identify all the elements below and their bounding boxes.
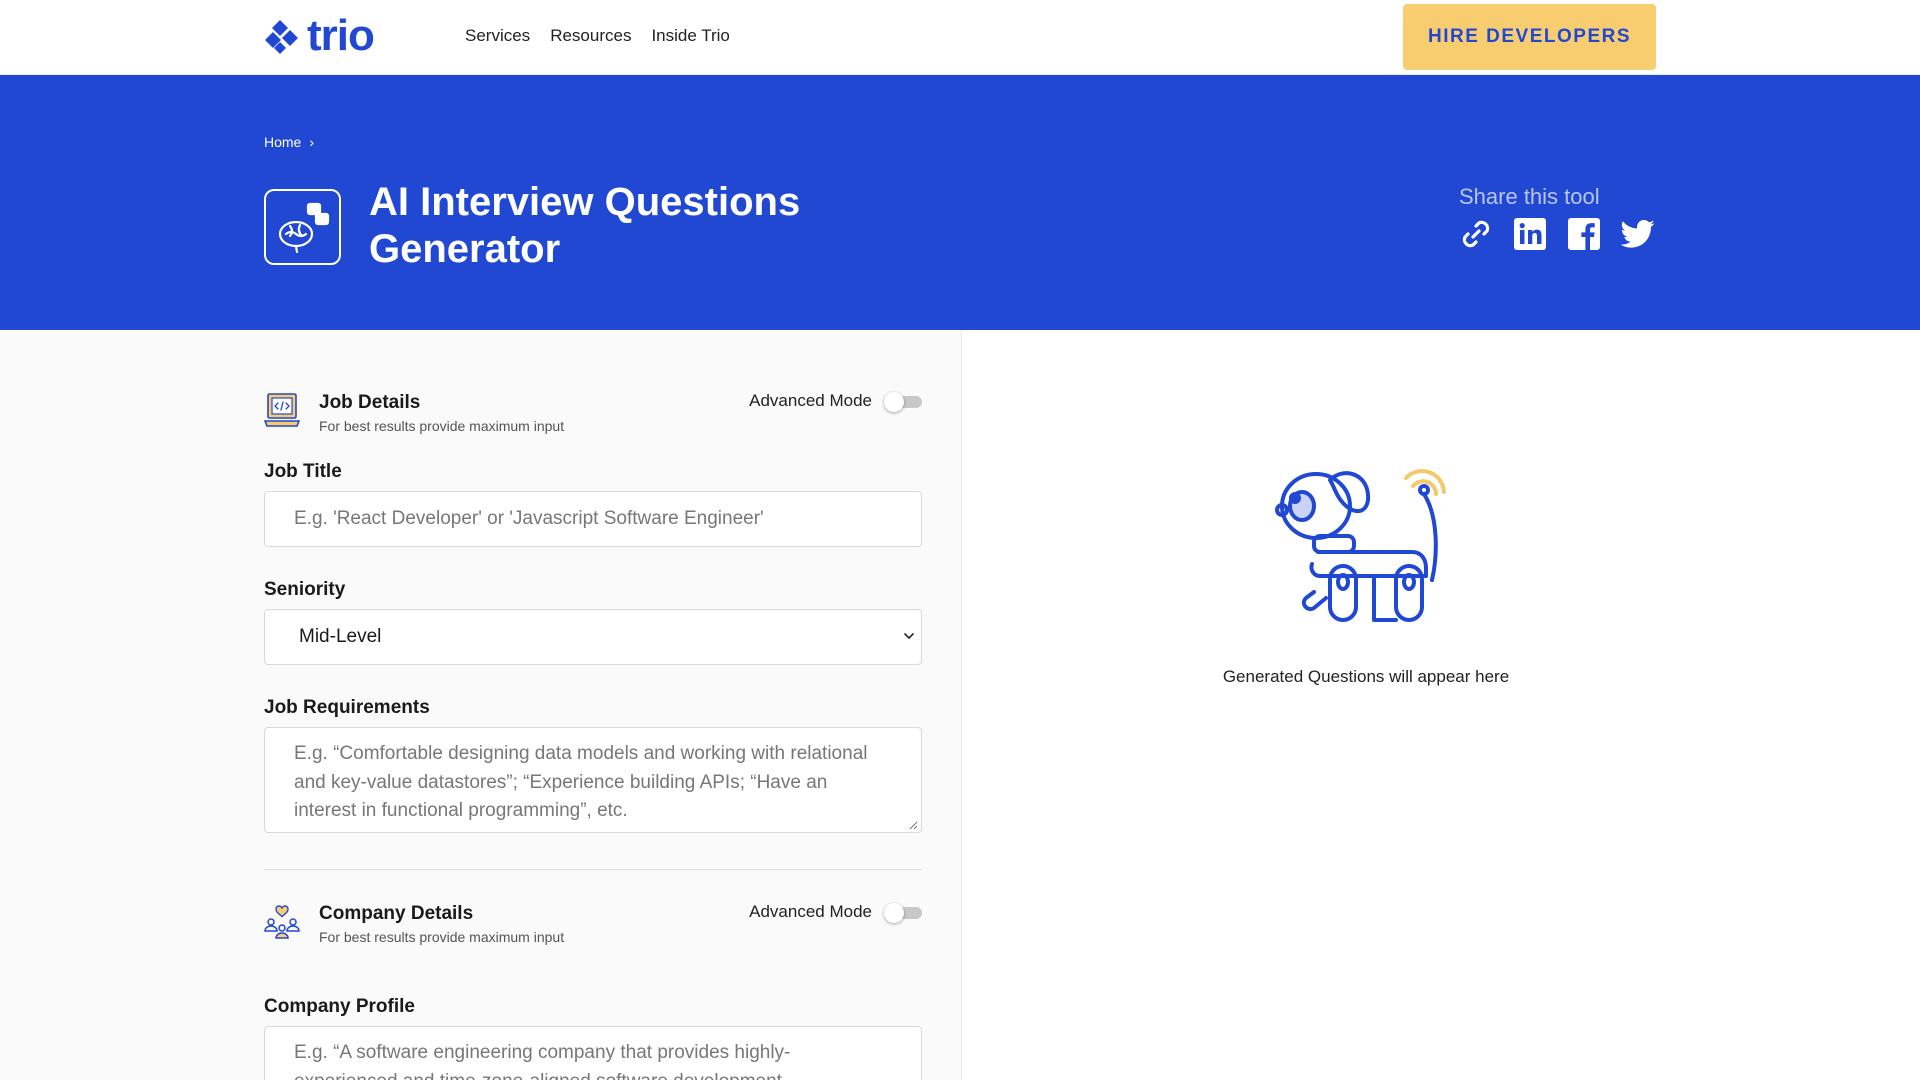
job-advanced-mode: Advanced Mode [749,391,922,412]
nav-link-services[interactable]: Services [465,26,530,46]
share-label: Share this tool [1459,184,1600,209]
hero-banner: Home › AI Interview Questions Generator … [0,75,1920,330]
laptop-code-icon [264,393,300,427]
trio-logo[interactable]: trio [263,11,375,60]
empty-state-message: Generated Questions will appear here [1222,667,1510,686]
job-title-input[interactable] [264,491,922,547]
company-details-title: Company Details [319,903,474,924]
trio-logo-icon [265,20,298,54]
brain-chat-icon [264,189,341,265]
toggle-knob [884,903,904,923]
company-profile-textarea[interactable] [264,1026,922,1080]
advanced-mode-toggle[interactable] [884,902,922,923]
company-details-subtitle: For best results provide maximum input [319,929,565,945]
breadcrumb-home[interactable]: Home [264,134,301,150]
job-details-header: Job Details For best results provide max… [264,391,922,441]
company-profile-label: Company Profile [264,996,415,1017]
robot-dog-icon [1275,469,1446,622]
chevron-down-icon [904,633,914,640]
linkedin-icon[interactable] [1513,217,1547,251]
seniority-label: Seniority [264,579,346,600]
nav-link-resources[interactable]: Resources [550,26,631,46]
seniority-value: Mid-Level [299,626,382,647]
twitter-icon[interactable] [1621,217,1655,251]
output-panel: Generated Questions will appear here [962,330,1920,1080]
section-divider [264,869,922,870]
advanced-mode-toggle[interactable] [884,391,922,412]
nav-link-inside-trio[interactable]: Inside Trio [651,26,729,46]
job-title-label: Job Title [264,461,342,482]
facebook-icon[interactable] [1567,217,1601,251]
hire-developers-button[interactable]: HIRE DEVELOPERS [1403,4,1656,70]
job-details-subtitle: For best results provide maximum input [319,418,565,434]
job-details-title: Job Details [319,392,421,413]
share-icons [1459,217,1655,251]
seniority-select[interactable]: Mid-Level [264,609,922,665]
resize-handle-icon[interactable] [908,820,918,830]
logo-text: trio [307,11,375,60]
advanced-mode-label: Advanced Mode [749,391,872,410]
toggle-knob [884,392,904,412]
top-nav: trio Services Resources Inside Trio HIRE… [0,0,1920,75]
team-icon [264,905,300,939]
job-requirements-label: Job Requirements [264,697,430,718]
form-panel: Job Details For best results provide max… [0,330,962,1080]
advanced-mode-label: Advanced Mode [749,902,872,921]
breadcrumb-separator: › [309,134,315,150]
link-icon[interactable] [1459,217,1493,251]
breadcrumb: Home › [264,134,314,150]
main-menu: Services Resources Inside Trio [465,26,730,46]
company-details-header: Company Details For best results provide… [264,902,922,952]
company-advanced-mode: Advanced Mode [749,902,922,923]
page-title: AI Interview Questions Generator [369,180,801,271]
job-requirements-textarea[interactable] [264,727,922,833]
